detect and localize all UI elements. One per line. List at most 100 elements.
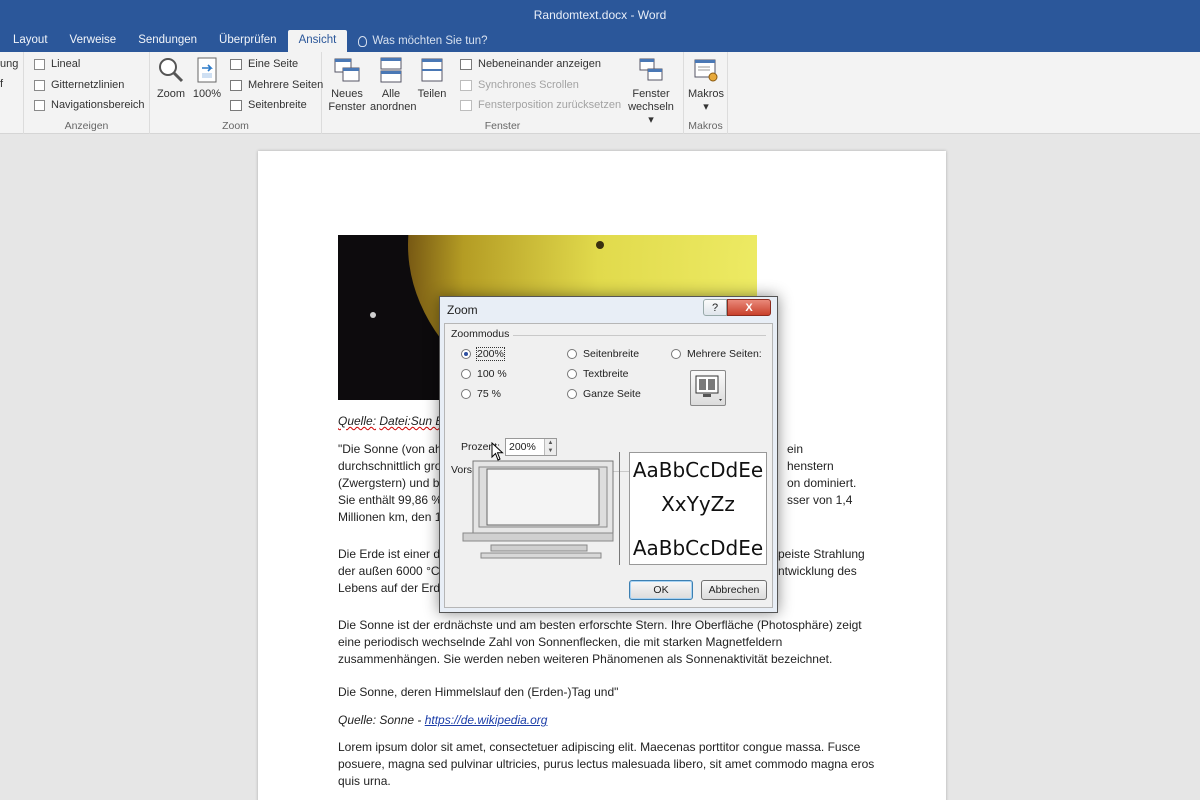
ribbon-group-anzeigen: Lineal Gitternetzlinien Navigationsberei… — [24, 52, 150, 134]
one-page-icon — [230, 58, 242, 70]
checkbox-icon — [34, 99, 45, 111]
mehrere-seiten-label: Mehrere Seiten — [248, 79, 324, 91]
makros-button[interactable]: Makros ▾ — [686, 56, 726, 114]
tab-ansicht[interactable]: Ansicht — [287, 30, 348, 52]
navigationsbereich-checkbox[interactable]: Navigationsbereich — [34, 99, 145, 111]
radio-textbreite-label: Textbreite — [583, 368, 629, 380]
para1-right-line: henstern — [787, 459, 834, 473]
alle-anordnen-button[interactable]: Alle anordnen — [370, 56, 417, 114]
radio-mehrere-seiten-label: Mehrere Seiten: — [687, 348, 762, 360]
para1-right-line: sser von 1,4 — [787, 493, 853, 507]
radio-75[interactable]: 75 % — [461, 388, 501, 400]
tab-sendungen[interactable]: Sendungen — [127, 30, 208, 52]
radio-mehrere-seiten[interactable]: Mehrere Seiten: — [671, 348, 762, 360]
synchrones-scrollen-label: Synchrones Scrollen — [478, 79, 579, 91]
tab-verweise[interactable]: Verweise — [59, 30, 128, 52]
para5-line: posuere, magna sed pulvinar ultricies, p… — [338, 757, 875, 771]
alle-anordnen-label-1: Alle — [381, 88, 401, 100]
paragraph-4: Die Sonne, deren Himmelslauf den (Erden-… — [338, 685, 619, 699]
gitternetzlinien-checkbox[interactable]: Gitternetzlinien — [34, 79, 124, 91]
makros-label: Makros — [687, 88, 725, 100]
window-title-bar: Randomtext.docx - Word — [0, 0, 1200, 30]
magnifier-icon — [157, 56, 185, 84]
neues-fenster-label-1: Neues — [331, 88, 363, 100]
reset-window-icon — [460, 99, 472, 111]
radio-icon — [567, 349, 577, 359]
paragraph-2-right: peiste Strahlung ntwicklung des — [778, 546, 918, 580]
para3-line: eine periodisch wechselnde Zahl von Sonn… — [338, 635, 783, 649]
zoommodus-label: Zoommodus — [451, 328, 510, 340]
lightbulb-icon — [358, 35, 368, 47]
page-width-icon — [230, 99, 242, 111]
preview-text-line-3: AaBbCcDdEe — [632, 536, 764, 560]
prozent-spinner[interactable]: 200% ▲ ▼ — [505, 438, 557, 456]
wikipedia-link[interactable]: https://de.wikipedia.org — [425, 713, 548, 727]
caption-2: Quelle: Sonne - https://de.wikipedia.org — [338, 712, 868, 729]
radio-textbreite[interactable]: Textbreite — [567, 368, 629, 380]
fensterposition-label: Fensterposition zurücksetzen — [478, 99, 622, 111]
preview-divider — [619, 452, 620, 565]
radio-200-label: 200% — [476, 347, 505, 361]
seitenbreite-button[interactable]: Seitenbreite — [230, 99, 307, 111]
para5-line: Lorem ipsum dolor sit amet, consectetuer… — [338, 740, 861, 754]
zoom-100-button[interactable]: 100% — [192, 56, 222, 101]
radio-100[interactable]: 100 % — [461, 368, 507, 380]
cancel-button[interactable]: Abbrechen — [701, 580, 767, 600]
radio-ganze-seite[interactable]: Ganze Seite — [567, 388, 641, 400]
teilen-label: Teilen — [417, 88, 447, 100]
radio-icon — [461, 389, 471, 399]
neues-fenster-button[interactable]: Neues Fenster — [328, 56, 366, 114]
para3-line: Die Sonne ist der erdnächste und am best… — [338, 618, 862, 632]
radio-seitenbreite[interactable]: Seitenbreite — [567, 348, 639, 360]
alle-anordnen-label-2: anordnen — [370, 101, 417, 113]
eine-seite-button[interactable]: Eine Seite — [230, 58, 298, 70]
para5-line: quis urna. — [338, 774, 391, 788]
help-button[interactable]: ? — [703, 299, 727, 316]
lineal-checkbox[interactable]: Lineal — [34, 58, 80, 70]
spinner-arrows-icon[interactable]: ▲ ▼ — [544, 439, 556, 455]
sunspot — [596, 241, 604, 249]
preview-text-line-2: XxYyZz — [661, 492, 735, 516]
close-button[interactable]: X — [727, 299, 771, 316]
fenster-wechseln-label-2: wechseln — [628, 101, 674, 113]
mehrere-seiten-button[interactable]: Mehrere Seiten — [230, 79, 323, 91]
tell-me-box[interactable]: Was möchten Sie tun? — [347, 30, 498, 52]
cut-label-1[interactable]: ung — [0, 58, 18, 70]
tab-ueberpruefen[interactable]: Überprüfen — [208, 30, 288, 52]
radio-200[interactable]: 200% — [461, 347, 505, 361]
fenster-wechseln-button[interactable]: Fenster wechseln ▾ — [624, 56, 678, 127]
group-label-makros: Makros — [688, 120, 723, 132]
group-label-anzeigen: Anzeigen — [64, 120, 109, 132]
new-window-icon — [333, 56, 361, 84]
radio-ganze-seite-label: Ganze Seite — [583, 388, 641, 400]
fensterposition-button[interactable]: Fensterposition zurücksetzen — [460, 99, 621, 111]
lineal-label: Lineal — [51, 58, 81, 70]
multiple-pages-picker-button[interactable] — [690, 370, 726, 406]
checkbox-icon — [34, 79, 45, 91]
nebeneinander-button[interactable]: Nebeneinander anzeigen — [460, 58, 601, 70]
ribbon-group-cut: ung f — [0, 52, 24, 134]
mouse-cursor-icon — [491, 442, 504, 461]
ok-button[interactable]: OK — [629, 580, 693, 600]
page-100-icon — [193, 56, 221, 84]
paragraph-1-right: ein henstern on dominiert. sser von 1,4 — [787, 441, 907, 509]
zoom-button[interactable]: Zoom — [156, 56, 186, 101]
dropdown-arrow-icon: ▾ — [703, 101, 709, 113]
split-icon — [418, 56, 446, 84]
teilen-button[interactable]: Teilen — [416, 56, 448, 101]
para1-right-line: ein — [787, 442, 804, 456]
tab-layout[interactable]: Layout — [2, 30, 59, 52]
fenster-wechseln-label-1: Fenster — [632, 88, 670, 100]
radio-icon — [671, 349, 681, 359]
ribbon-tabs: Layout Verweise Sendungen Überprüfen Ans… — [0, 30, 1200, 52]
monitor-pages-icon — [695, 375, 722, 401]
ribbon-group-makros: Makros ▾ Makros — [684, 52, 728, 134]
planet-dot — [370, 312, 376, 318]
zoom-100-label: 100% — [192, 88, 222, 100]
neues-fenster-label-2: Fenster — [328, 101, 366, 113]
ribbon-group-fenster: Neues Fenster Alle anordnen Teilen Neben… — [322, 52, 684, 134]
cut-label-2[interactable]: f — [0, 78, 3, 90]
synchrones-scrollen-button[interactable]: Synchrones Scrollen — [460, 79, 579, 91]
radio-icon — [567, 389, 577, 399]
nebeneinander-label: Nebeneinander anzeigen — [478, 58, 601, 70]
